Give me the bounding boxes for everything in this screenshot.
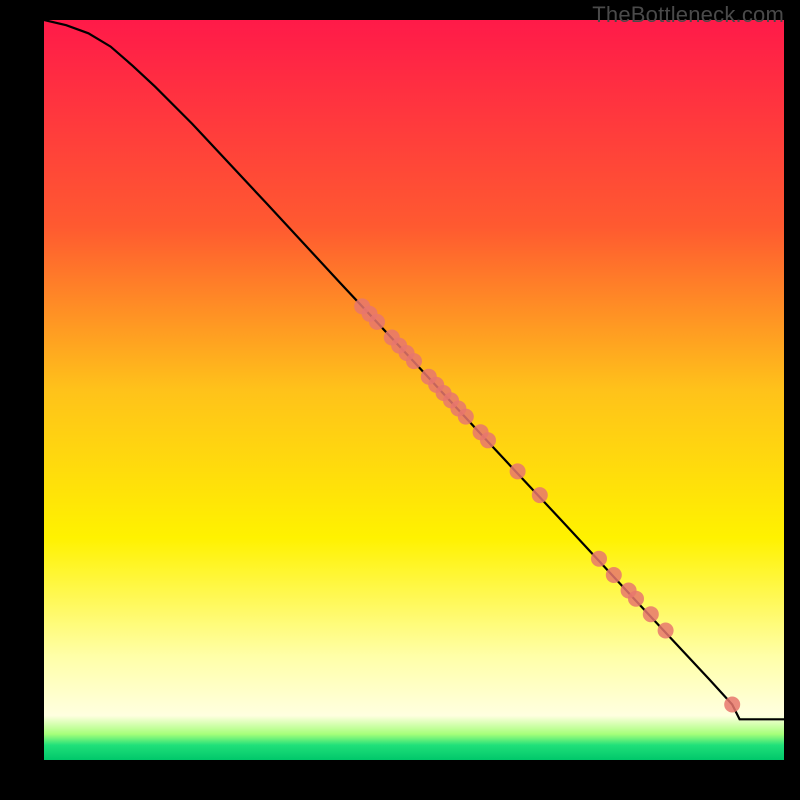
chart-stage: TheBottleneck.com bbox=[0, 0, 800, 800]
data-point bbox=[532, 487, 548, 503]
data-point bbox=[510, 463, 526, 479]
chart-overlay bbox=[0, 0, 800, 800]
data-point bbox=[628, 591, 644, 607]
data-point bbox=[458, 409, 474, 425]
data-point bbox=[606, 567, 622, 583]
data-point bbox=[406, 353, 422, 369]
data-point bbox=[369, 314, 385, 330]
bottleneck-curve bbox=[44, 20, 784, 719]
data-point bbox=[643, 606, 659, 622]
data-point bbox=[591, 551, 607, 567]
data-point bbox=[480, 432, 496, 448]
data-point bbox=[724, 697, 740, 713]
data-point bbox=[658, 623, 674, 639]
